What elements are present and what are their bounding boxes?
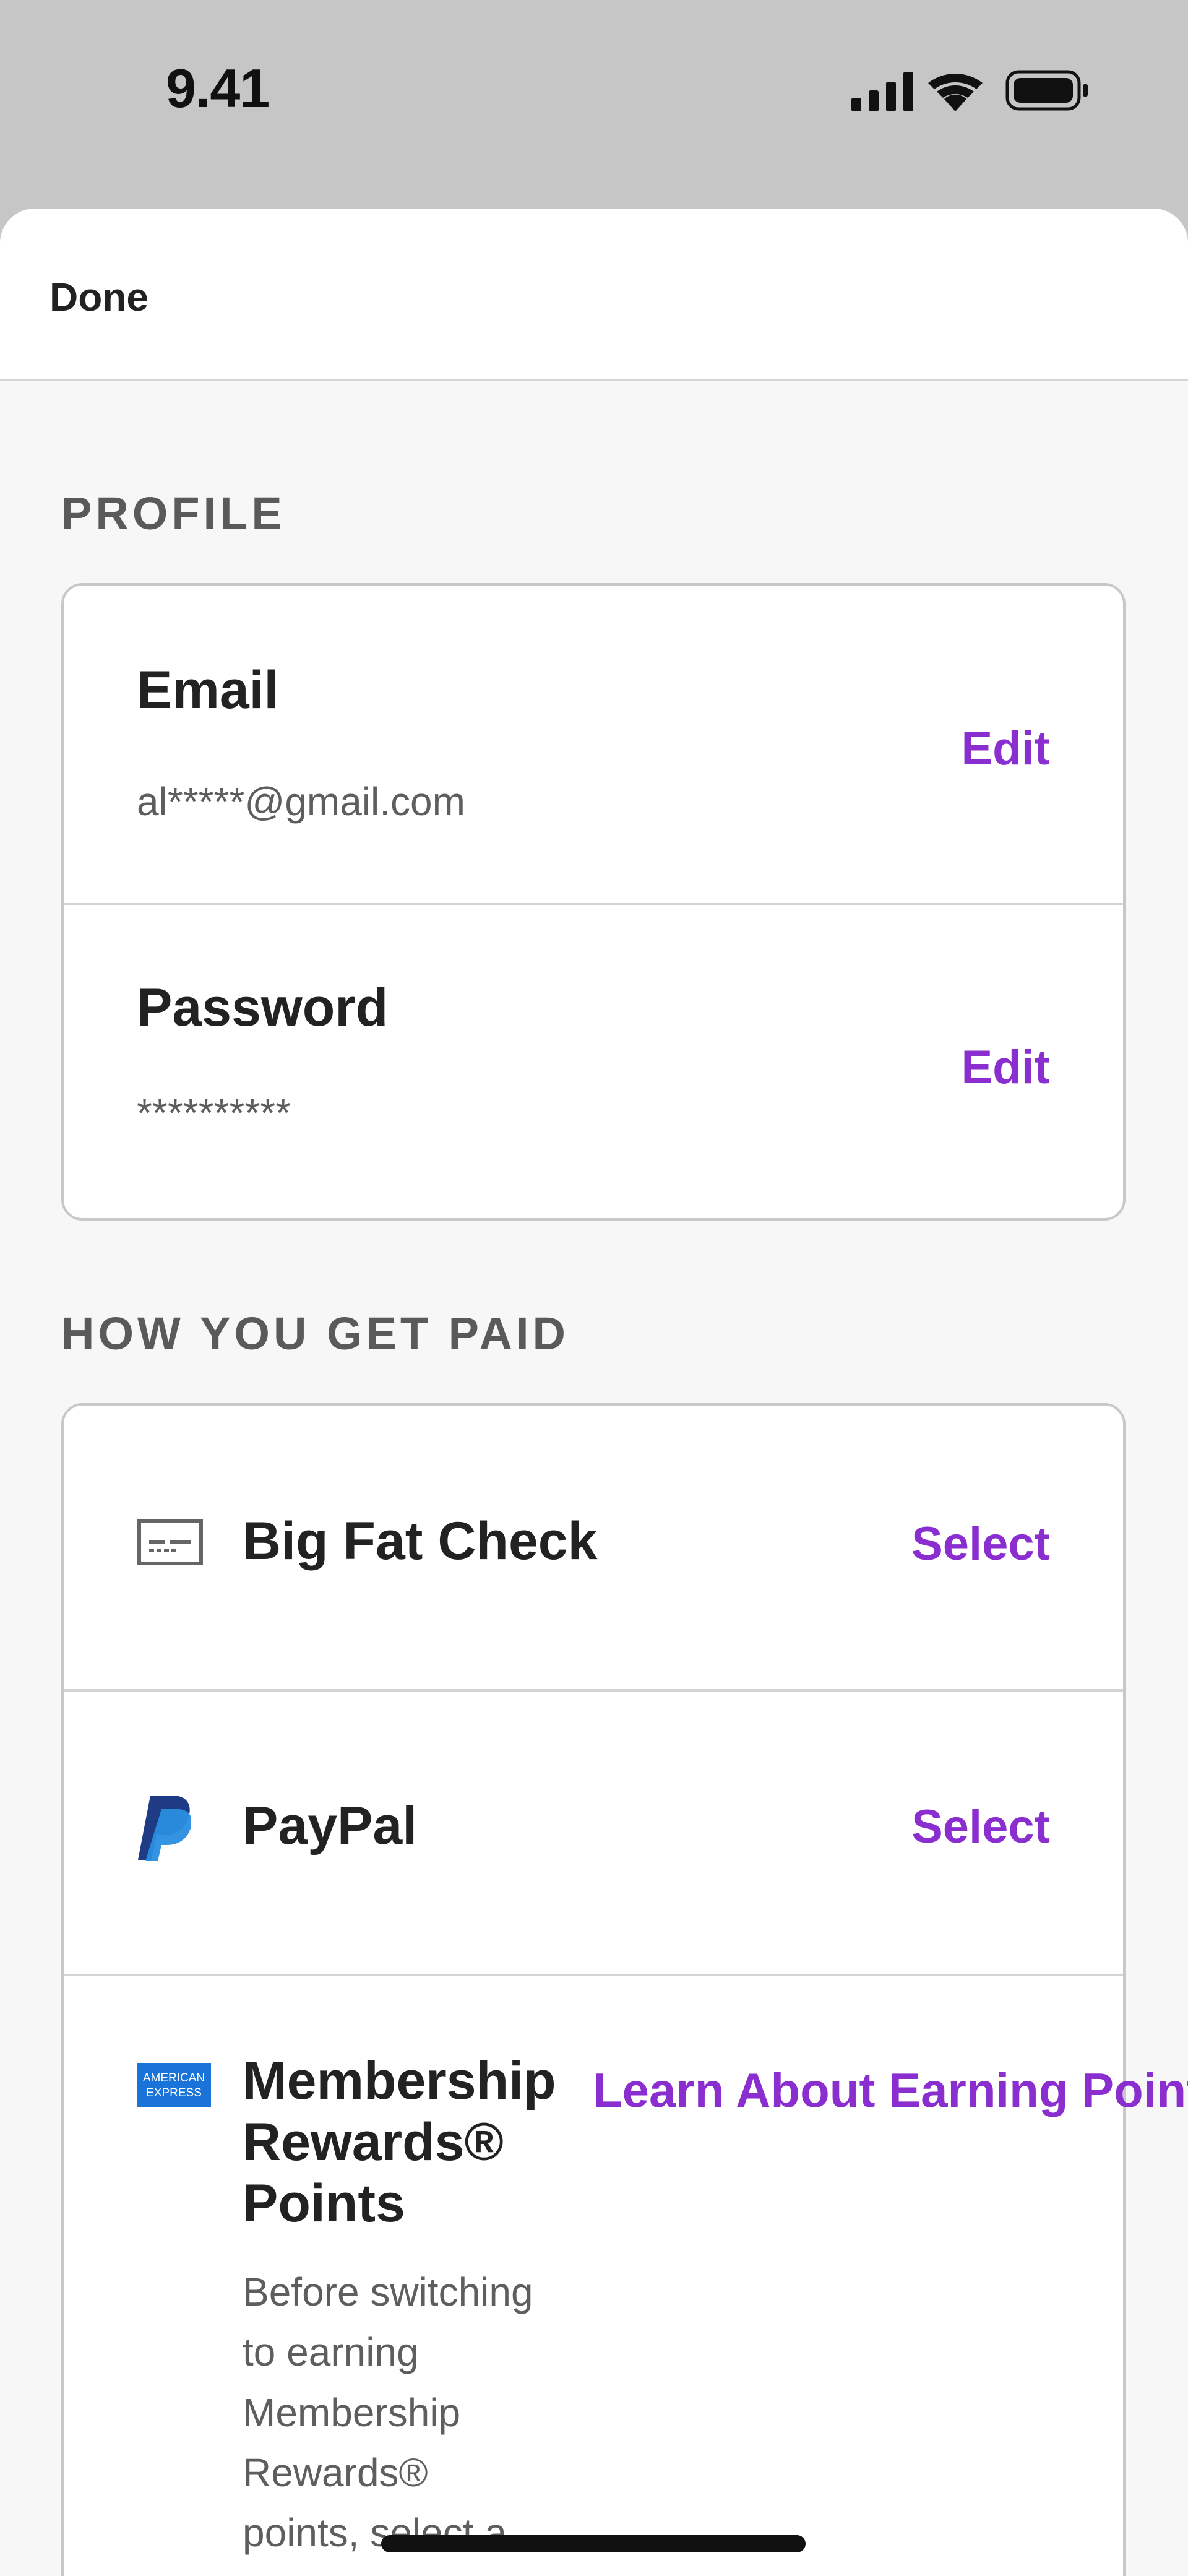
check-option-label: Big Fat Check — [243, 1511, 598, 1571]
payment-option-paypal[interactable]: PayPal Select — [64, 1689, 1123, 1974]
done-button[interactable]: Done — [50, 274, 148, 320]
svg-text:AMERICAN: AMERICAN — [143, 2072, 205, 2085]
payment-option-check[interactable]: Big Fat Check Select — [64, 1406, 1123, 1689]
american-express-icon: AMERICAN EXPRESS — [137, 2063, 211, 2107]
password-label: Password — [137, 978, 389, 1037]
status-time: 9.41 — [166, 58, 270, 119]
check-icon — [137, 1519, 203, 1565]
cellular-signal-icon — [851, 72, 913, 111]
membership-rewards-label: Membership Rewards® Points — [243, 2051, 556, 2233]
payment-card: Big Fat Check Select PayPal Select AMERI… — [61, 1403, 1126, 2576]
sheet-header: Done — [0, 209, 1188, 381]
select-check-button[interactable]: Select — [911, 1517, 1050, 1571]
edit-email-button[interactable]: Edit — [961, 722, 1050, 776]
learn-about-earning-points-link[interactable]: Learn About Earning Points — [593, 2062, 1188, 2119]
paypal-icon — [138, 1796, 191, 1861]
select-paypal-button[interactable]: Select — [911, 1800, 1050, 1854]
email-row: Email al*****@gmail.com Edit — [64, 586, 1123, 903]
edit-password-button[interactable]: Edit — [961, 1040, 1050, 1094]
email-value: al*****@gmail.com — [137, 779, 465, 824]
paypal-option-label: PayPal — [243, 1796, 418, 1856]
membership-rewards-description: Before switching to earning Membership R… — [243, 2270, 533, 2556]
account-sheet: Done PROFILE Email al*****@gmail.com Edi… — [0, 209, 1188, 2576]
payment-section-title: HOW YOU GET PAID — [61, 1308, 569, 1359]
home-indicator — [381, 2535, 806, 2552]
email-label: Email — [137, 660, 279, 720]
wifi-icon — [928, 73, 983, 111]
profile-card: Email al*****@gmail.com Edit Password **… — [61, 583, 1126, 1221]
status-icons — [851, 70, 1088, 111]
battery-icon — [1005, 70, 1088, 111]
password-row: Password ********** Edit — [64, 903, 1123, 1218]
password-value: ********** — [137, 1091, 291, 1135]
status-bar: 9.41 — [0, 0, 1188, 204]
profile-section-title: PROFILE — [61, 488, 286, 539]
svg-text:EXPRESS: EXPRESS — [146, 2086, 202, 2099]
